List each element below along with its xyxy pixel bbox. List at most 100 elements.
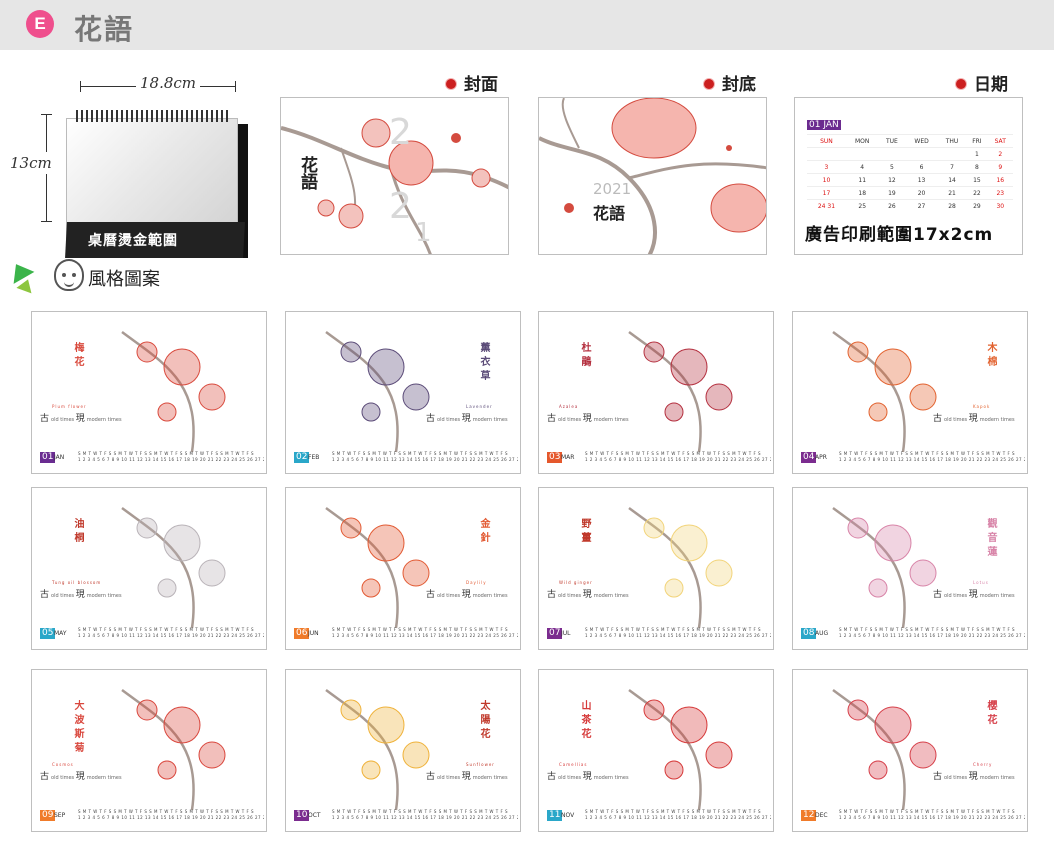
flower-title: 觀音蓮 [985,518,996,560]
old-times-mark: 古 [933,590,943,600]
old-times-label: old times [944,775,968,781]
flower-illustration [832,506,937,629]
day-number-row: 1 2 3 4 5 6 7 8 9 10 11 12 13 14 15 16 1… [332,633,518,638]
month-card-mar[interactable]: 杜鵑 Azalea 古 old times 現 modern times 03 MAR S M… [538,311,774,474]
modern-times-label: modern times [979,593,1015,599]
back-preview[interactable]: 2021 花語 [538,97,767,255]
cover-preview[interactable]: 2 2 1 花語 [280,97,509,255]
width-dimension-label: 18.8cm [136,74,201,92]
modern-times-label: modern times [86,775,122,781]
date-cell: 5 [878,160,906,174]
month-name: MAY [54,630,67,637]
flower-text-block: 古 old times 現 modern times [933,772,1015,782]
month-card-apr[interactable]: 木棉 Kapok 古 old times 現 modern times 04 APR S M … [792,311,1028,474]
modern-times-mark: 現 [75,414,85,424]
month-card-oct[interactable]: 太陽花 Sunflower 古 old times 現 modern times 10 OC… [285,669,521,832]
flower-title: 梅花 [72,342,83,370]
month-name: JAN [54,454,65,461]
month-card-jul[interactable]: 野薑 Wild ginger 古 old times 現 modern times 07 J… [538,487,774,650]
old-times-label: old times [437,593,461,599]
weekday-label: WED [905,134,938,148]
date-cell: 9 [987,160,1013,174]
flower-title: 太陽花 [478,700,489,742]
modern-times-label: modern times [472,417,508,423]
month-card-feb[interactable]: 薰衣草 Lavender 古 old times 現 modern times 02 FEB… [285,311,521,474]
date-cell: 20 [905,186,938,200]
old-times-label: old times [51,417,75,423]
month-card-aug[interactable]: 觀音蓮 Lotus 古 old times 現 modern times 08 AUG S M… [792,487,1028,650]
date-cell: 27 [905,199,938,213]
day-strip: S M T W T F S S M T W T F S S M T W T F … [585,809,771,821]
month-name: NOV [561,812,575,819]
old-times-mark: 古 [933,772,943,782]
date-cell: 19 [878,186,906,200]
date-cell: 24 31 [807,199,846,213]
style-section-label: 風格圖案 [88,269,160,290]
modern-times-label: modern times [472,593,508,599]
day-number-row: 1 2 3 4 5 6 7 8 9 10 11 12 13 14 15 16 1… [839,815,1025,820]
modern-times-mark: 現 [582,590,592,600]
modern-times-mark: 現 [582,772,592,782]
weekday-label: FRI [966,134,988,148]
cover-year-digit: 2 [389,112,412,153]
flower-title: 山茶花 [579,700,590,742]
month-name: OCT [308,812,321,819]
modern-times-mark: 現 [461,590,471,600]
flower-subtitle: Lavender [466,404,493,409]
girl-face-icon [54,259,84,291]
date-cell: 11 [845,173,879,187]
flower-illustration [121,330,226,453]
flower-text-block: 古 old times 現 modern times [426,773,508,782]
month-card-may[interactable]: 油桐 Tung oil blossom 古 old times 現 modern tim… [31,487,267,650]
month-card-dec[interactable]: 櫻花 Cherry 古 old times 現 modern times 12 DEC S M… [792,669,1028,832]
flower-subtitle: Lotus [973,580,989,585]
flower-text-block: 古 old times 現 modern times [933,590,1015,600]
back-section-label: 封底 [704,70,756,95]
old-times-mark: 古 [40,590,50,600]
date-preview[interactable]: 01 JAN SUN MON TUE WED THU FRI SAT 1 2 3… [794,97,1023,255]
date-cell: 30 [987,199,1013,213]
date-cell [845,147,879,161]
day-strip: S M T W T F S S M T W T F S S M T W T F … [332,809,518,821]
ad-print-area-label: 廣告印刷範圍17x2cm [805,225,994,245]
date-cell [807,147,846,161]
date-cell: 29 [966,199,988,213]
date-cell: 8 [966,160,988,174]
date-cell: 1 [966,147,988,161]
date-cell: 10 [807,173,846,187]
flower-title: 野薑 [579,518,590,546]
day-number-row: 1 2 3 4 5 6 7 8 9 10 11 12 13 14 15 16 1… [839,633,1025,638]
month-card-jan[interactable]: 梅花 Plum flower 古 old times 現 modern times 01 J… [31,311,267,474]
modern-times-mark: 現 [75,772,85,782]
back-year: 2021 [593,180,632,198]
modern-times-label: modern times [979,417,1015,423]
day-strip: S M T W T F S S M T W T F S S M T W T F … [839,627,1025,639]
flower-subtitle: Plum flower [52,404,87,409]
weekday-label: SUN [807,134,846,148]
flower-illustration [121,688,226,811]
old-times-label: old times [51,593,75,599]
old-times-label: old times [437,775,461,781]
day-strip: S M T W T F S S M T W T F S S M T W T F … [78,451,264,463]
old-times-label: old times [558,775,582,781]
day-number-row: 1 2 3 4 5 6 7 8 9 10 11 12 13 14 15 16 1… [78,633,264,638]
month-card-jun[interactable]: 金針 Daylily 古 old times 現 modern times 06 JUN S … [285,487,521,650]
old-times-mark: 古 [933,414,943,424]
day-number-row: 1 2 3 4 5 6 7 8 9 10 11 12 13 14 15 16 1… [839,457,1025,462]
flower-text-block: 古 old times 現 modern times [547,415,629,424]
day-strip: S M T W T F S S M T W T F S S M T W T F … [839,451,1025,463]
flower-illustration [325,688,430,811]
flower-subtitle: Sunflower [466,762,495,767]
day-number-row: 1 2 3 4 5 6 7 8 9 10 11 12 13 14 15 16 1… [332,457,518,462]
flower-illustration [325,330,430,453]
date-cell [905,147,938,161]
date-cell: 2 [987,147,1013,161]
flower-title: 大波斯菊 [72,700,83,756]
day-strip: S M T W T F S S M T W T F S S M T W T F … [78,809,264,821]
month-card-nov[interactable]: 山茶花 Camellias 古 old times 現 modern times 11 NO… [538,669,774,832]
flower-text-block: 古 old times 現 modern times [933,414,1015,424]
modern-times-label: modern times [593,775,629,781]
month-name: SEP [54,812,66,819]
month-card-sep[interactable]: 大波斯菊 Cosmos 古 old times 現 modern times 09 SEP S… [31,669,267,832]
date-section-label: 日期 [956,70,1008,95]
